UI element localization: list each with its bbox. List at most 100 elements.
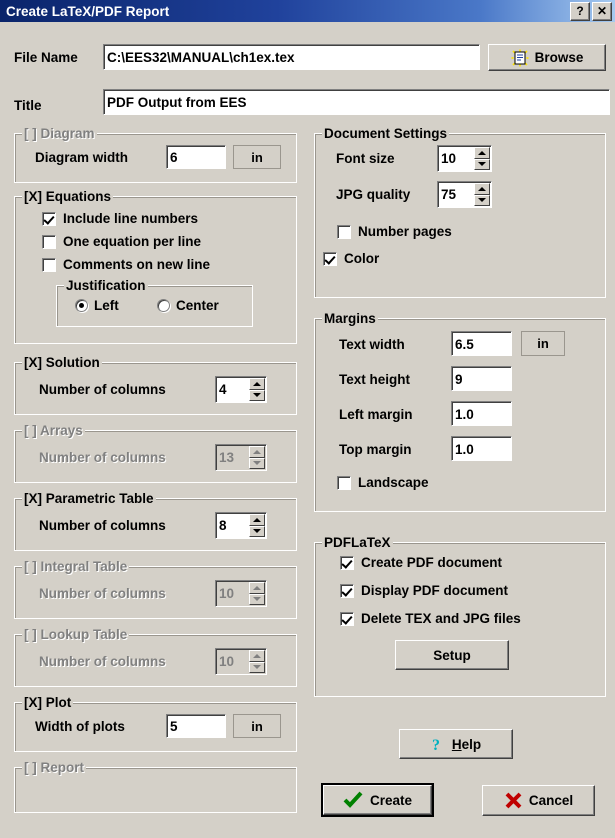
jpg-quality-label: JPG quality: [336, 187, 411, 202]
diagram-width-input[interactable]: 6: [166, 145, 226, 169]
group-equations-caption[interactable]: [X] Equations: [22, 189, 113, 204]
group-margins-caption: Margins: [322, 311, 378, 326]
text-width-input[interactable]: 6.5: [451, 331, 512, 356]
group-lookup-table-caption[interactable]: [ ] Lookup Table: [22, 627, 130, 642]
checkbox-comments-on-new-line[interactable]: Comments on new line: [42, 257, 210, 272]
checkbox-box-icon: [42, 257, 56, 272]
checkbox-label: Comments on new line: [63, 257, 211, 272]
checkbox-box-icon: [337, 475, 351, 490]
stepper-arrows: [249, 582, 265, 605]
top-margin-label: Top margin: [339, 442, 412, 457]
title-input[interactable]: PDF Output from EES: [103, 89, 610, 115]
checkbox-landscape[interactable]: Landscape: [337, 475, 429, 490]
plot-width-input[interactable]: 5: [166, 714, 226, 738]
stepper-value: 10: [441, 151, 457, 166]
group-diagram-caption[interactable]: [ ] Diagram: [22, 126, 97, 141]
solution-columns-stepper[interactable]: 4: [215, 376, 267, 403]
stepper-arrows[interactable]: [474, 183, 490, 206]
check-mark-icon: [343, 791, 363, 808]
setup-button-label: Setup: [433, 647, 471, 663]
chevron-down-icon[interactable]: [249, 389, 265, 401]
checkbox-label: Create PDF document: [361, 555, 503, 570]
checkbox-box-icon: [42, 234, 56, 249]
font-size-label: Font size: [336, 151, 395, 166]
group-plot[interactable]: [X] Plot Width of plots 5 in: [14, 695, 297, 752]
diagram-width-unit: in: [233, 145, 281, 169]
solution-columns-label: Number of columns: [39, 382, 166, 397]
question-mark-icon: ?: [432, 737, 440, 753]
diagram-width-label: Diagram width: [35, 150, 129, 165]
group-lookup-table[interactable]: [ ] Lookup Table Number of columns 10: [14, 627, 297, 687]
radio-label: Left: [94, 298, 119, 313]
browse-button[interactable]: Browse: [488, 44, 606, 71]
setup-button[interactable]: Setup: [395, 640, 509, 670]
stepper-arrows: [249, 650, 265, 673]
stepper-value: 75: [441, 187, 457, 202]
stepper-arrows[interactable]: [249, 514, 265, 537]
stepper-arrows[interactable]: [474, 147, 490, 170]
help-title-button[interactable]: ?: [570, 2, 590, 21]
top-margin-input[interactable]: 1.0: [451, 436, 512, 461]
create-button-inner: Create: [323, 785, 432, 815]
chevron-up-icon[interactable]: [249, 378, 265, 390]
group-parametric-table-caption[interactable]: [X] Parametric Table: [22, 491, 156, 506]
font-size-stepper[interactable]: 10: [437, 145, 492, 172]
text-height-input[interactable]: 9: [451, 366, 512, 391]
checkbox-one-equation-per-line[interactable]: One equation per line: [42, 234, 201, 249]
group-report[interactable]: [ ] Report: [14, 760, 297, 813]
checkbox-create-pdf-document[interactable]: Create PDF document: [340, 555, 502, 570]
chevron-up-icon[interactable]: [474, 183, 490, 195]
group-margins: Margins Text width 6.5 in Text height 9 …: [314, 311, 606, 512]
stepper-arrows[interactable]: [249, 378, 265, 401]
chevron-down-icon[interactable]: [474, 158, 490, 170]
integral-columns-stepper: 10: [215, 580, 267, 607]
group-diagram[interactable]: [ ] Diagram Diagram width 6 in: [14, 126, 297, 183]
cancel-button[interactable]: Cancel: [482, 785, 595, 816]
checkbox-number-pages[interactable]: Number pages: [337, 224, 452, 239]
checkbox-label: Include line numbers: [63, 211, 199, 226]
stepper-value: 10: [219, 654, 235, 669]
group-solution-caption[interactable]: [X] Solution: [22, 355, 102, 370]
cross-mark-icon: [505, 792, 522, 808]
margins-unit: in: [521, 331, 565, 356]
chevron-up-icon: [249, 650, 265, 662]
group-report-caption[interactable]: [ ] Report: [22, 760, 86, 775]
checkbox-display-pdf-document[interactable]: Display PDF document: [340, 583, 508, 598]
chevron-down-icon: [249, 457, 265, 469]
chevron-down-icon[interactable]: [249, 525, 265, 537]
radio-justification-center[interactable]: Center: [157, 298, 219, 313]
group-equations[interactable]: [X] Equations Include line numbers One e…: [14, 189, 297, 344]
checkbox-label: Delete TEX and JPG files: [361, 611, 521, 626]
group-parametric-table[interactable]: [X] Parametric Table Number of columns 8: [14, 491, 297, 551]
stepper-value: 10: [219, 586, 235, 601]
group-solution[interactable]: [X] Solution Number of columns 4: [14, 355, 297, 415]
text-width-label: Text width: [339, 337, 405, 352]
help-button[interactable]: ? HHelpelp: [399, 729, 513, 759]
chevron-up-icon[interactable]: [474, 147, 490, 159]
file-name-input[interactable]: C:\EES32\MANUAL\ch1ex.tex: [103, 44, 480, 70]
create-button[interactable]: Create: [321, 783, 434, 817]
checkbox-include-line-numbers[interactable]: Include line numbers: [42, 211, 198, 226]
stepper-value: 4: [219, 382, 227, 397]
group-arrays[interactable]: [ ] Arrays Number of columns 13: [14, 423, 297, 483]
group-plot-caption[interactable]: [X] Plot: [22, 695, 74, 710]
radio-justification-left[interactable]: Left: [75, 298, 119, 313]
chevron-down-icon[interactable]: [474, 194, 490, 206]
group-arrays-caption[interactable]: [ ] Arrays: [22, 423, 85, 438]
chevron-up-icon[interactable]: [249, 514, 265, 526]
close-icon[interactable]: ✕: [592, 2, 612, 21]
left-margin-input[interactable]: 1.0: [451, 401, 512, 426]
chevron-down-icon: [249, 593, 265, 605]
radio-label: Center: [176, 298, 219, 313]
parametric-columns-label: Number of columns: [39, 518, 166, 533]
checkbox-color[interactable]: Color: [323, 251, 379, 266]
stepper-arrows: [249, 446, 265, 469]
checkbox-box-icon: [340, 583, 354, 598]
group-integral-table[interactable]: [ ] Integral Table Number of columns 10: [14, 559, 297, 619]
jpg-quality-stepper[interactable]: 75: [437, 181, 492, 208]
stepper-value: 13: [219, 450, 235, 465]
browse-button-label: Browse: [534, 50, 584, 65]
checkbox-delete-tex-and-jpg-files[interactable]: Delete TEX and JPG files: [340, 611, 521, 626]
parametric-columns-stepper[interactable]: 8: [215, 512, 267, 539]
group-integral-table-caption[interactable]: [ ] Integral Table: [22, 559, 130, 574]
